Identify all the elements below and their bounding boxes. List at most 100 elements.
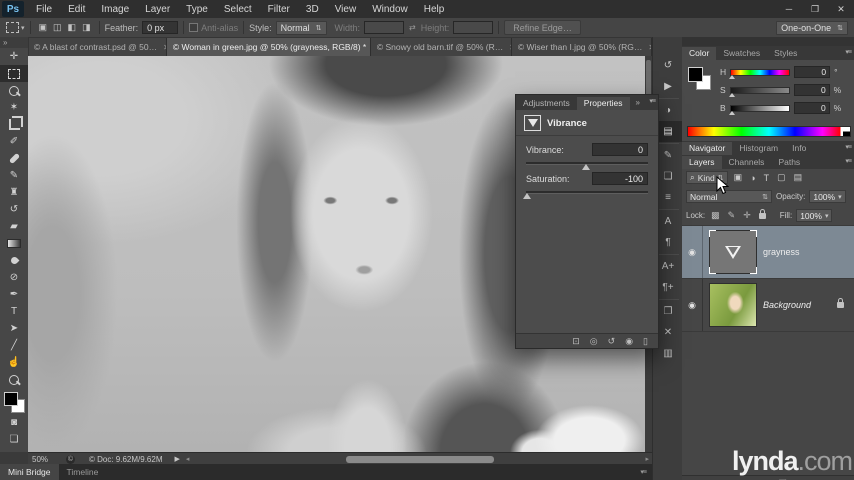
subtract-from-selection-icon[interactable]: ◧ <box>68 22 77 33</box>
type-tool[interactable]: T <box>0 303 28 320</box>
foreground-color-swatch[interactable] <box>688 67 703 82</box>
tab-adjustments[interactable]: Adjustments <box>516 97 577 110</box>
background-layer-thumbnail[interactable] <box>709 283 757 327</box>
saturation-slider[interactable] <box>523 191 648 199</box>
screen-mode-button[interactable]: ❏ <box>0 431 28 448</box>
visibility-toggle-icon[interactable]: ◉ <box>625 336 633 347</box>
tab-histogram[interactable]: Histogram <box>732 142 785 155</box>
tool-preset-picker[interactable]: ▾ <box>6 22 25 33</box>
layer-visibility-toggle[interactable]: ◉ <box>682 279 703 331</box>
delete-adjustment-icon[interactable]: ▯ <box>643 336 648 347</box>
quick-selection-tool[interactable]: ✶ <box>0 99 28 116</box>
panel-menu-icon[interactable]: ▾≡ <box>649 97 656 105</box>
lock-transparency-icon[interactable]: ▩ <box>711 210 720 221</box>
tab-paths[interactable]: Paths <box>771 156 807 169</box>
saturation-value-field[interactable]: -100 <box>592 172 648 185</box>
gradient-tool[interactable] <box>0 235 28 252</box>
foreground-color-swatch[interactable] <box>4 392 18 406</box>
doc-tab-4[interactable]: © Wiser than I.jpg @ 50% (RG…✕ <box>511 38 652 56</box>
pen-tool[interactable]: ✒ <box>0 286 28 303</box>
style-dropdown[interactable]: Normal ⇅ <box>275 20 327 35</box>
lock-pixels-icon[interactable]: ✎ <box>728 210 736 221</box>
path-selection-tool[interactable]: ➤ <box>0 320 28 337</box>
zoom-tool[interactable] <box>0 371 28 388</box>
spot-healing-brush-tool[interactable] <box>0 150 28 167</box>
tab-layers[interactable]: Layers <box>682 156 722 169</box>
workspace-dropdown[interactable]: One-on-One ⇅ <box>776 20 848 35</box>
saturation-value-field[interactable]: 0 <box>793 84 830 96</box>
menu-select[interactable]: Select <box>216 0 260 18</box>
panel-menu-icon[interactable]: ▾≡ <box>640 468 647 476</box>
minimize-button[interactable]: ─ <box>776 0 802 18</box>
lasso-tool[interactable] <box>0 82 28 99</box>
rectangular-marquee-tool[interactable] <box>0 65 28 82</box>
doc-tab-3[interactable]: © Snowy old barn.tif @ 50% (R…✕ <box>370 38 512 56</box>
history-panel-icon[interactable]: ↺ <box>653 55 683 76</box>
menu-file[interactable]: File <box>28 0 60 18</box>
tab-channels[interactable]: Channels <box>722 156 772 169</box>
color-swatches[interactable] <box>688 67 714 93</box>
menu-image[interactable]: Image <box>93 0 137 18</box>
layer-row-background[interactable]: ◉ Background <box>682 279 854 332</box>
layer-name[interactable]: Background <box>763 300 811 310</box>
anti-alias-checkbox[interactable]: Anti-alias <box>189 23 238 33</box>
eyedropper-tool[interactable]: ✐ <box>0 133 28 150</box>
status-arrow-icon[interactable]: ◂ <box>186 455 190 463</box>
add-to-selection-icon[interactable]: ◫ <box>53 22 62 33</box>
saturation-slider[interactable] <box>728 86 790 97</box>
move-tool[interactable]: ✛ <box>0 48 28 65</box>
clip-to-layer-icon[interactable]: ⊡ <box>572 336 580 347</box>
layer-name[interactable]: grayness <box>763 247 800 257</box>
menu-filter[interactable]: Filter <box>260 0 298 18</box>
horizontal-scrollbar-thumb[interactable] <box>346 456 494 463</box>
tab-color[interactable]: Color <box>682 47 717 60</box>
view-previous-state-icon[interactable]: ◎ <box>590 336 598 347</box>
intersect-selection-icon[interactable]: ◨ <box>82 22 91 33</box>
tab-mini-bridge[interactable]: Mini Bridge <box>0 464 59 480</box>
scroll-right-icon[interactable]: ▸ <box>645 455 649 463</box>
height-input[interactable] <box>453 21 494 34</box>
doc-tab-1[interactable]: © A blast of contrast.psd @ 50…✕ <box>28 38 167 56</box>
slider-thumb-icon[interactable] <box>523 193 531 199</box>
crop-tool[interactable] <box>0 116 28 133</box>
panel-menu-icon[interactable]: ▾≡ <box>845 48 852 56</box>
filter-adjustment-layers-icon[interactable]: ◑ <box>750 173 755 183</box>
vibrance-slider[interactable] <box>526 162 648 170</box>
refine-edge-button[interactable]: Refine Edge… <box>504 20 581 35</box>
menu-layer[interactable]: Layer <box>137 0 178 18</box>
collapse-tools-icon[interactable]: » <box>0 37 28 48</box>
doc-tab-2[interactable]: © Woman in green.jpg @ 50% (grayness, RG… <box>166 38 371 56</box>
brightness-value-field[interactable]: 0 <box>793 102 830 114</box>
menu-view[interactable]: View <box>327 0 365 18</box>
slider-thumb-icon[interactable] <box>728 110 735 115</box>
layer-row-grayness[interactable]: ◉ grayness <box>682 226 854 279</box>
hue-value-field[interactable]: 0 <box>794 66 831 78</box>
opacity-dropdown[interactable]: 100% ▾ <box>809 190 846 203</box>
lock-position-icon[interactable]: ✛ <box>743 210 751 221</box>
filter-smart-objects-icon[interactable]: ▤ <box>794 172 803 183</box>
layer-visibility-toggle[interactable]: ◉ <box>682 226 703 278</box>
slider-thumb-icon[interactable] <box>729 74 736 79</box>
swap-dimensions-icon[interactable]: ⇄ <box>409 23 416 32</box>
filter-pixel-layers-icon[interactable]: ▣ <box>734 172 743 183</box>
menu-edit[interactable]: Edit <box>60 0 93 18</box>
fill-dropdown[interactable]: 100% ▾ <box>796 209 833 222</box>
menu-3d[interactable]: 3D <box>298 0 327 18</box>
vibrance-value-field[interactable]: 0 <box>592 143 648 156</box>
history-brush-tool[interactable]: ↺ <box>0 201 28 218</box>
reset-adjustment-icon[interactable]: ↺ <box>608 336 616 347</box>
tab-info[interactable]: Info <box>785 142 813 155</box>
status-flyout-icon[interactable]: ▶ <box>175 455 180 463</box>
brush-tool[interactable]: ✎ <box>0 167 28 184</box>
zoom-level-field[interactable]: 50% <box>32 455 48 464</box>
brightness-slider[interactable] <box>728 104 790 115</box>
panel-menu-icon[interactable]: ▾≡ <box>845 143 852 151</box>
slider-thumb-icon[interactable] <box>582 164 590 170</box>
collapse-panel-icon[interactable]: » <box>636 98 640 107</box>
blend-mode-dropdown[interactable]: Normal ⇅ <box>686 190 772 203</box>
new-selection-icon[interactable]: ▣ <box>39 22 48 33</box>
hand-tool[interactable]: ☝ <box>0 354 28 371</box>
clone-stamp-tool[interactable]: ♜ <box>0 184 28 201</box>
slider-thumb-icon[interactable] <box>728 92 735 97</box>
hue-slider[interactable] <box>729 68 791 79</box>
